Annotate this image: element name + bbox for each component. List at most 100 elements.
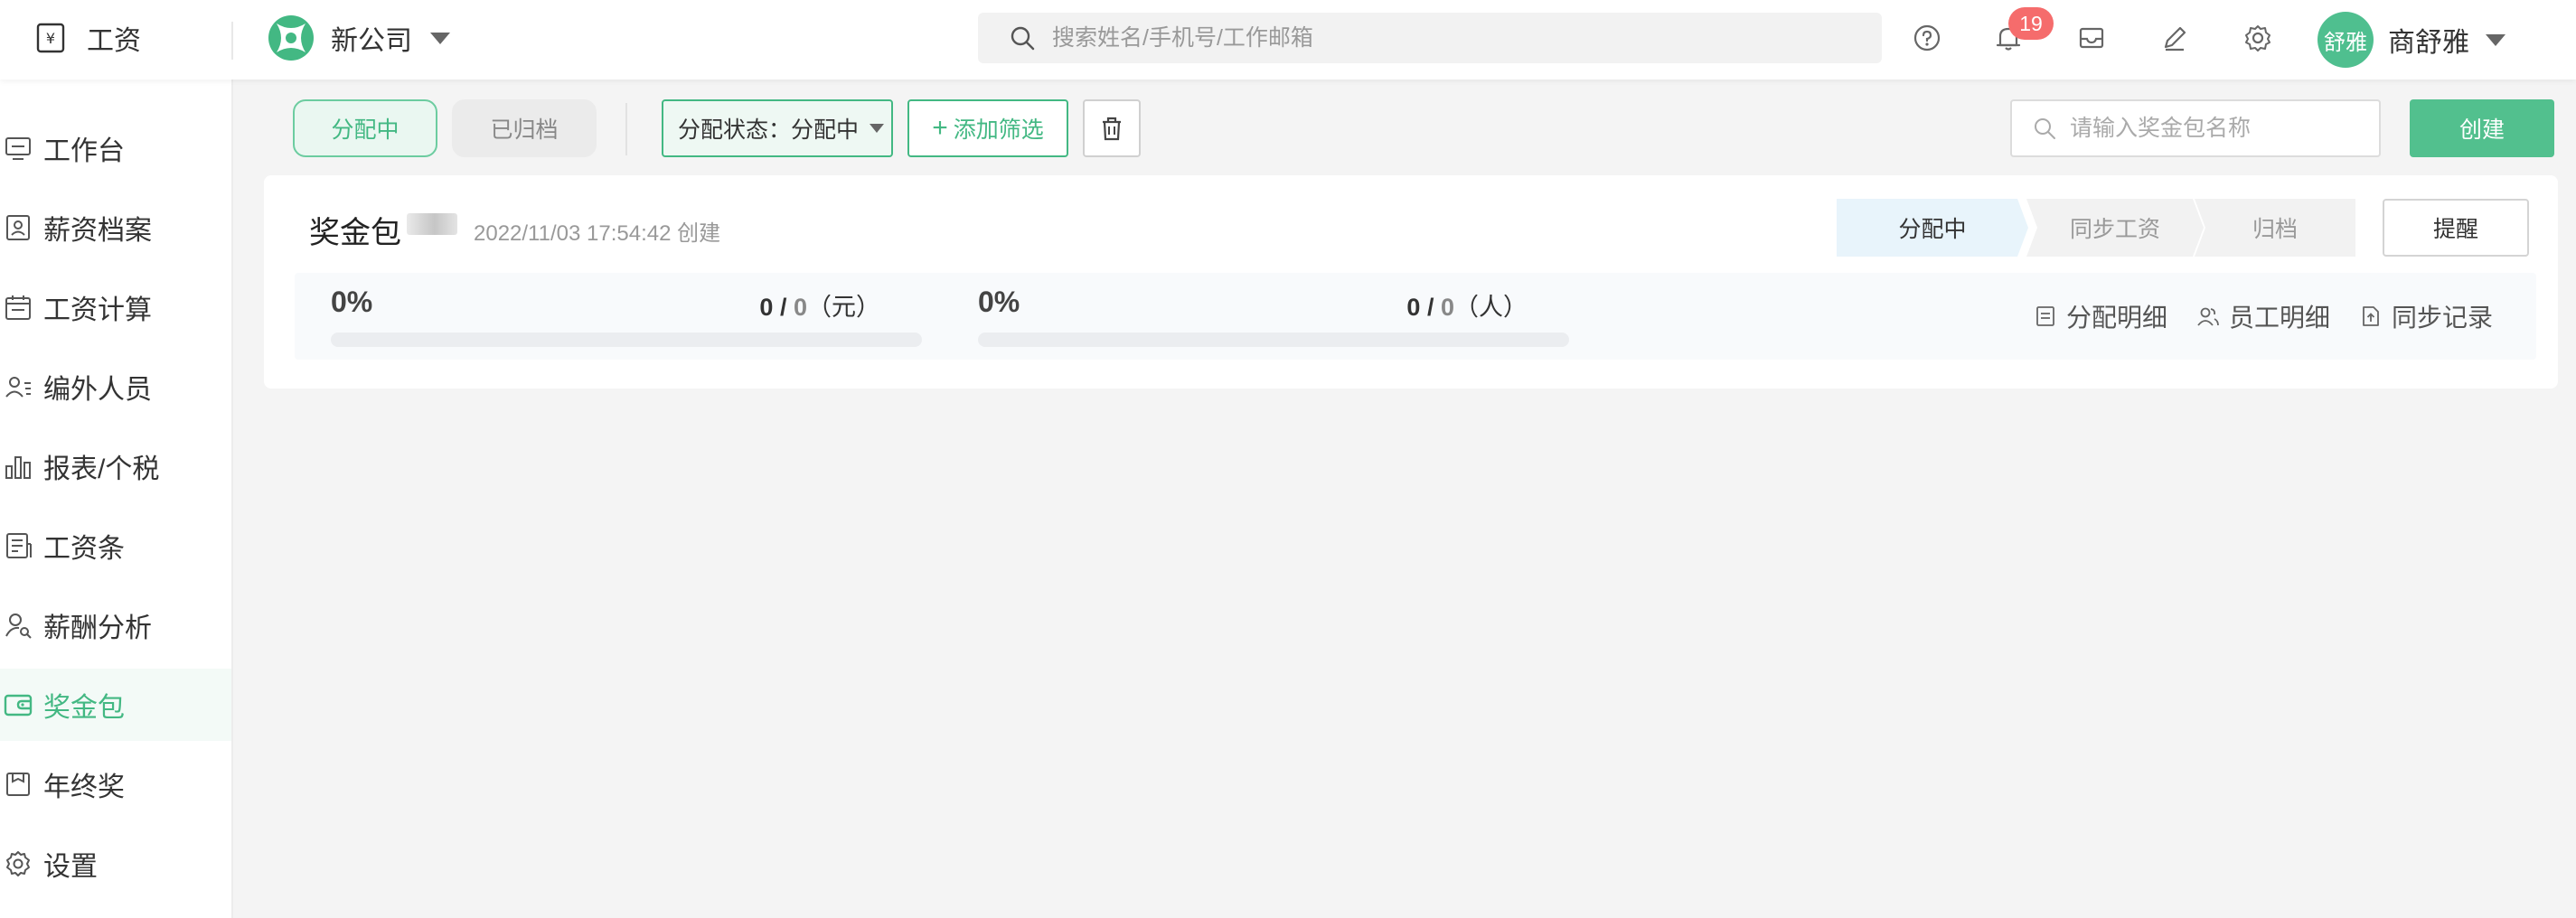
employee-detail-label: 员工明细: [2229, 304, 2331, 332]
upload-document-icon: [2359, 304, 2383, 328]
bonus-package-search-input[interactable]: [2070, 115, 2379, 142]
bonus-package-title: 奖金包: [309, 216, 401, 250]
sidebar-item-label: 设置: [43, 852, 98, 882]
sidebar-item-label: 工作台: [43, 136, 125, 166]
sync-record-link[interactable]: 同步记录: [2359, 298, 2493, 334]
sidebar-item-label: 奖金包: [43, 693, 125, 723]
notification-badge: 19: [2008, 7, 2054, 40]
user-search-icon: [4, 611, 33, 640]
sidebar-item-label: 编外人员: [43, 375, 152, 405]
sidebar-item-salary-analysis[interactable]: 薪酬分析: [0, 589, 231, 661]
sidebar-item-label: 工资条: [43, 534, 125, 564]
global-search-input[interactable]: [1052, 24, 1882, 52]
svg-text:¥: ¥: [46, 30, 55, 47]
status-stepper: 分配中 同步工资 归档: [1837, 199, 2355, 257]
salary-icon: ¥: [34, 22, 67, 54]
add-filter-label: 添加筛选: [953, 117, 1044, 143]
company-switcher[interactable]: 新公司: [268, 14, 450, 61]
create-button[interactable]: 创建: [2410, 99, 2554, 157]
gift-box-icon: [4, 770, 33, 799]
toolbar-divider: [625, 103, 627, 155]
document-icon: [4, 531, 33, 560]
people-allocated: 0: [1406, 294, 1421, 321]
users-icon: [2196, 304, 2220, 328]
calendar-icon: [4, 293, 33, 322]
sidebar-item-salary-profile[interactable]: 薪资档案: [0, 192, 231, 264]
tab-archived[interactable]: 已归档: [452, 99, 597, 157]
bar-chart-icon: [4, 452, 33, 481]
sidebar-item-label: 报表/个税: [43, 454, 160, 484]
gear-icon: [4, 849, 33, 878]
step-sync-salary: 同步工资: [2026, 199, 2204, 257]
people-separator: /: [1426, 294, 1434, 321]
company-name: 新公司: [331, 26, 412, 56]
created-time: 2022/11/03 17:54:42 创建: [474, 221, 721, 246]
header-divider: [231, 22, 233, 60]
status-filter-label: 分配状态：分配中: [678, 117, 860, 143]
trash-icon: [1098, 115, 1125, 142]
amount-progress-bar: [331, 333, 922, 347]
people-unit: （人）: [1454, 294, 1528, 321]
sidebar-item-reports-tax[interactable]: 报表/个税: [0, 430, 231, 502]
tab-allocating[interactable]: 分配中: [293, 99, 437, 157]
profile-card-icon: [4, 213, 33, 242]
redacted-creator: [407, 213, 457, 235]
global-search[interactable]: [978, 13, 1882, 63]
search-icon: [2032, 116, 2057, 141]
top-header: ¥ 工资 新公司 搜索姓名/手机号/工作邮箱 19 舒雅 商舒雅: [0, 0, 2576, 80]
list-document-icon: [2034, 304, 2057, 328]
chevron-down-icon: [870, 124, 885, 133]
help-icon[interactable]: [1911, 22, 1943, 54]
employee-detail-link[interactable]: 员工明细: [2196, 298, 2330, 334]
status-filter-select[interactable]: 分配状态：分配中: [662, 99, 893, 157]
sync-record-label: 同步记录: [2392, 304, 2494, 332]
sidebar-item-workbench[interactable]: 工作台: [0, 112, 231, 184]
sidebar: 工作台 薪资档案 工资计算 编外人员 报表/个税 工资条 薪酬分析 奖金包 年终…: [0, 80, 233, 918]
chevron-down-icon: [2486, 33, 2505, 46]
allocation-detail-link[interactable]: 分配明细: [2034, 298, 2167, 334]
app-brand[interactable]: ¥ 工资: [34, 18, 141, 58]
amount-unit: （元）: [807, 294, 880, 321]
company-logo-icon: [268, 14, 315, 61]
user-list-icon: [4, 372, 33, 401]
amount-ratio: 0 / 0（元）: [759, 287, 880, 323]
remind-button[interactable]: 提醒: [2383, 199, 2529, 257]
bonus-package-card[interactable]: 奖金包 2022/11/03 17:54:42 创建 分配中 同步工资 归档 提…: [264, 175, 2558, 389]
plus-icon: +: [932, 113, 948, 143]
stats-area: 0% 0 / 0（元） 0% 0 / 0（人） 分配明细 员工明细 同步记录: [295, 273, 2536, 360]
monitor-icon: [4, 134, 33, 163]
pen-icon[interactable]: [2158, 22, 2191, 54]
wallet-icon: [4, 690, 33, 719]
inbox-icon[interactable]: [2075, 22, 2108, 54]
settings-gear-icon[interactable]: [2242, 22, 2274, 54]
amount-total: 0: [793, 294, 807, 321]
amount-percent: 0%: [331, 286, 373, 318]
amount-separator: /: [779, 294, 787, 321]
delete-button[interactable]: [1083, 99, 1141, 157]
step-allocating: 分配中: [1837, 199, 2028, 257]
sidebar-item-settings[interactable]: 设置: [0, 828, 231, 900]
bonus-package-search[interactable]: [2010, 99, 2381, 157]
avatar: 舒雅: [2317, 12, 2374, 68]
app-title: 工资: [87, 26, 141, 56]
chevron-down-icon: [430, 32, 450, 44]
sidebar-item-bonus-package[interactable]: 奖金包: [0, 669, 231, 741]
sidebar-item-label: 工资计算: [43, 295, 152, 325]
sidebar-item-payslip[interactable]: 工资条: [0, 510, 231, 582]
people-total: 0: [1440, 294, 1454, 321]
allocation-detail-label: 分配明细: [2066, 304, 2168, 332]
user-menu[interactable]: 舒雅 商舒雅: [2317, 11, 2505, 69]
user-name: 商舒雅: [2388, 28, 2469, 58]
step-archive: 归档: [2195, 199, 2355, 257]
people-ratio: 0 / 0（人）: [1406, 287, 1528, 323]
add-filter-button[interactable]: + 添加筛选: [907, 99, 1068, 157]
sidebar-item-payroll-calculation[interactable]: 工资计算: [0, 271, 231, 343]
sidebar-item-year-end-bonus[interactable]: 年终奖: [0, 748, 231, 820]
amount-allocated: 0: [759, 294, 774, 321]
sidebar-item-label: 薪酬分析: [43, 614, 152, 643]
search-icon: [1009, 24, 1036, 52]
sidebar-item-label: 薪资档案: [43, 216, 152, 246]
sidebar-item-external-staff[interactable]: 编外人员: [0, 351, 231, 423]
people-percent: 0%: [978, 286, 1020, 318]
sidebar-item-label: 年终奖: [43, 773, 125, 802]
